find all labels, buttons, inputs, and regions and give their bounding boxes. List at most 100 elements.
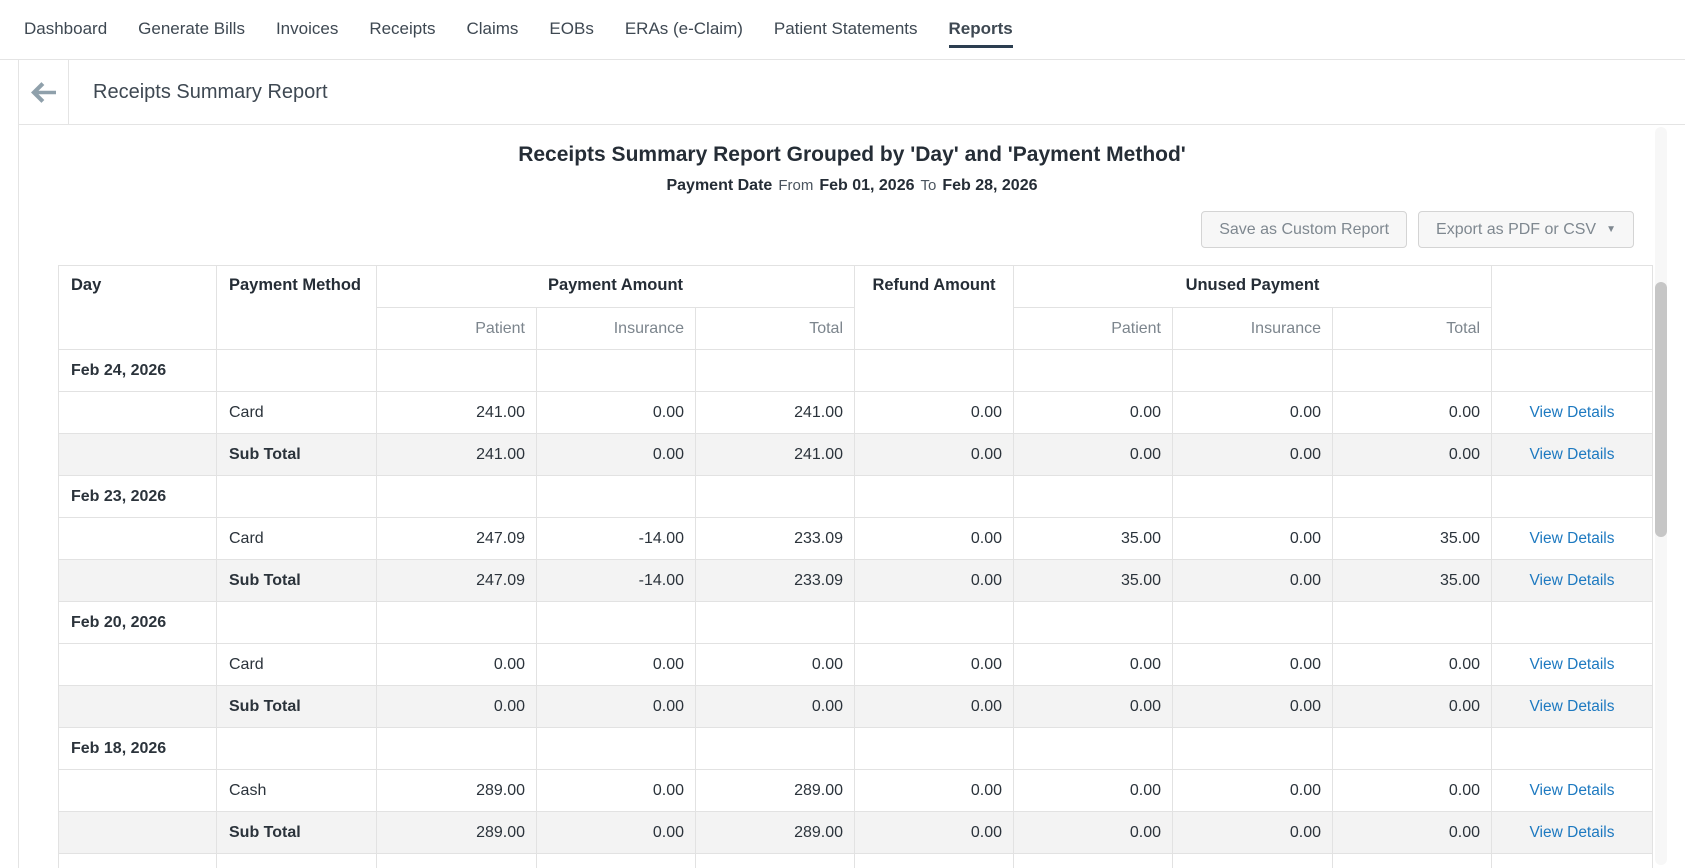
view-details-link[interactable]: View Details [1530, 782, 1615, 799]
empty-cell [1331, 601, 1493, 644]
empty-cell [695, 475, 855, 518]
amount-cell: 0.00 [536, 769, 696, 812]
empty-cell [58, 769, 217, 812]
nav-item-eobs[interactable]: EOBs [549, 12, 593, 48]
amount-cell: 0.00 [1013, 643, 1173, 686]
back-arrow-icon [31, 81, 56, 103]
subtotal-amount-cell: 0.00 [1013, 811, 1173, 854]
export-button[interactable]: Export as PDF or CSV ▼ [1418, 211, 1634, 248]
amount-cell: 0.00 [854, 517, 1014, 560]
amount-cell: -14.00 [536, 517, 696, 560]
receipts-summary-table: Day Payment Method Payment Amount Refund… [58, 265, 1654, 868]
vertical-scrollbar-track[interactable] [1655, 127, 1667, 865]
empty-cell [1491, 853, 1654, 868]
nav-item-patient-statements[interactable]: Patient Statements [774, 12, 918, 48]
nav-item-invoices[interactable]: Invoices [276, 12, 338, 48]
empty-cell [1013, 601, 1173, 644]
nav-item-eras-e-claim[interactable]: ERAs (e-Claim) [625, 12, 743, 48]
subtotal-amount-cell: 35.00 [1331, 559, 1493, 602]
details-cell: View Details [1491, 769, 1654, 812]
column-header-unused-payment: Unused Payment [1012, 265, 1493, 308]
back-button[interactable] [19, 60, 69, 124]
empty-cell [1331, 727, 1493, 770]
amount-cell: 241.00 [695, 391, 855, 434]
nav-item-claims[interactable]: Claims [466, 12, 518, 48]
subtotal-amount-cell: 0.00 [1331, 811, 1493, 854]
nav-item-receipts[interactable]: Receipts [369, 12, 435, 48]
view-details-link[interactable]: View Details [1530, 656, 1615, 673]
subtotal-amount-cell: 0.00 [1172, 433, 1333, 476]
view-details-link[interactable]: View Details [1530, 446, 1615, 463]
subtotal-label-cell: Sub Total [216, 685, 377, 728]
amount-cell: 0.00 [1172, 643, 1333, 686]
nav-item-reports[interactable]: Reports [948, 12, 1013, 48]
view-details-link[interactable]: View Details [1530, 824, 1615, 841]
subcolumn-payment-patient: Patient [376, 307, 537, 350]
content-panel: Receipts Summary Report Receipts Summary… [18, 60, 1685, 868]
report-date-filter: Payment Date From Feb 01, 2026 To Feb 28, 20… [19, 175, 1685, 197]
empty-cell [1172, 727, 1333, 770]
nav-item-generate-bills[interactable]: Generate Bills [138, 12, 245, 48]
empty-cell [695, 601, 855, 644]
subtotal-amount-cell: 0.00 [854, 811, 1014, 854]
empty-cell [1013, 349, 1173, 392]
amount-cell: 0.00 [1172, 769, 1333, 812]
empty-cell [58, 433, 217, 476]
subtotal-row: Sub Total 241.00 0.00 241.00 0.00 0.00 0.00 0.0… [58, 433, 1654, 476]
group-date-cell: Feb 18, 2026 [58, 727, 217, 770]
amount-cell: 0.00 [695, 643, 855, 686]
view-details-link[interactable]: View Details [1530, 530, 1615, 547]
subtotal-amount-cell: 0.00 [1331, 685, 1493, 728]
column-header-day: Day [58, 265, 217, 350]
subtotal-amount-cell: 0.00 [854, 559, 1014, 602]
export-button-label: Export as PDF or CSV [1436, 220, 1597, 238]
view-details-link[interactable]: View Details [1530, 404, 1615, 421]
save-custom-report-label: Save as Custom Report [1219, 220, 1390, 238]
subtotal-amount-cell: 0.00 [1013, 433, 1173, 476]
save-custom-report-button[interactable]: Save as Custom Report [1201, 211, 1408, 248]
payment-row: Card 241.00 0.00 241.00 0.00 0.00 0.00 0.00 View… [58, 391, 1654, 434]
subtotal-amount-cell: 247.09 [376, 559, 537, 602]
amount-cell: 0.00 [536, 643, 696, 686]
filter-label: Payment Date [666, 177, 773, 194]
group-date-cell: Feb 24, 2026 [58, 349, 217, 392]
details-cell: View Details [1491, 811, 1654, 854]
subtotal-amount-cell: 35.00 [1013, 559, 1173, 602]
empty-cell [1491, 601, 1654, 644]
empty-cell [216, 727, 377, 770]
subtotal-amount-cell: 241.00 [695, 433, 855, 476]
amount-cell: 0.00 [1172, 391, 1333, 434]
view-details-link[interactable]: View Details [1530, 698, 1615, 715]
subtotal-amount-cell: -14.00 [536, 559, 696, 602]
empty-cell [58, 685, 217, 728]
amount-cell: 0.00 [1172, 517, 1333, 560]
nav-item-dashboard[interactable]: Dashboard [24, 12, 107, 48]
subtotal-amount-cell: 0.00 [695, 685, 855, 728]
empty-cell [58, 391, 217, 434]
subcolumn-payment-insurance: Insurance [536, 307, 696, 350]
payment-method-cell: Card [216, 391, 377, 434]
view-details-link[interactable]: View Details [1530, 572, 1615, 589]
empty-cell [854, 853, 1014, 868]
subtotal-row: Sub Total 247.09 -14.00 233.09 0.00 35.00 0.00… [58, 559, 1654, 602]
amount-cell: 35.00 [1331, 517, 1493, 560]
empty-cell [854, 601, 1014, 644]
empty-cell [58, 811, 217, 854]
empty-cell [1331, 853, 1493, 868]
subtotal-amount-cell: 233.09 [695, 559, 855, 602]
subtotal-amount-cell: 0.00 [1172, 811, 1333, 854]
vertical-scrollbar-thumb[interactable] [1655, 282, 1667, 537]
details-cell: View Details [1491, 391, 1654, 434]
empty-cell [695, 349, 855, 392]
empty-cell [854, 349, 1014, 392]
amount-cell: 0.00 [1331, 769, 1493, 812]
filter-to-word: To [920, 177, 937, 194]
amount-cell: 0.00 [1331, 643, 1493, 686]
empty-cell [216, 601, 377, 644]
subtotal-row: Sub Total 289.00 0.00 289.00 0.00 0.00 0.00 0.0… [58, 811, 1654, 854]
empty-cell [1331, 475, 1493, 518]
subtotal-amount-cell: 0.00 [536, 685, 696, 728]
amount-cell: 0.00 [854, 643, 1014, 686]
empty-cell [1013, 475, 1173, 518]
empty-cell [1331, 349, 1493, 392]
